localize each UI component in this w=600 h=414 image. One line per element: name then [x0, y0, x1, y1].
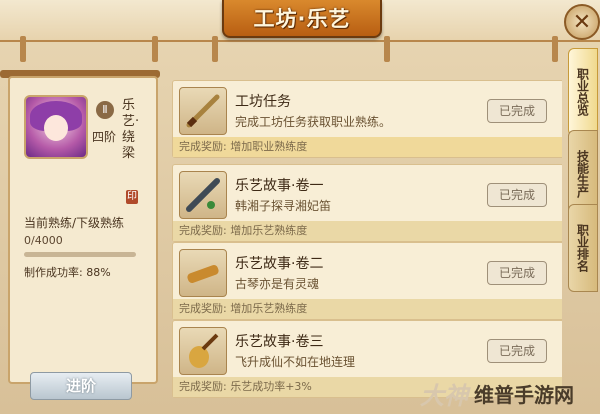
hanger — [552, 36, 558, 62]
task-title: 乐艺故事·卷一 — [235, 178, 324, 194]
proficiency-label: 当前熟练/下级熟练 — [24, 216, 125, 230]
task-row: 乐艺故事·卷二 古琴亦是有灵魂 已完成 完成奖励: 增加乐艺熟练度 — [172, 242, 562, 320]
rank-badge-icon: Ⅱ — [96, 101, 114, 119]
close-button[interactable]: ✕ — [564, 4, 600, 40]
task-title: 乐艺故事·卷二 — [235, 256, 324, 272]
completed-button[interactable]: 已完成 — [487, 339, 547, 363]
tab-overview[interactable]: 职业总览 — [568, 48, 598, 136]
window-title: 工坊·乐艺 — [253, 7, 351, 31]
hanger — [384, 36, 390, 62]
close-icon: ✕ — [572, 9, 592, 35]
success-rate: 制作成功率: 88% — [24, 266, 111, 279]
task-desc: 古琴亦是有灵魂 — [235, 277, 320, 291]
flute-icon — [179, 171, 227, 219]
completed-button[interactable]: 已完成 — [487, 261, 547, 285]
hanger — [20, 36, 26, 62]
task-desc: 飞升成仙不如在地连理 — [235, 355, 356, 369]
class-seal-icon: 印 — [126, 190, 138, 204]
sword-icon — [179, 87, 227, 135]
task-desc: 完成工坊任务获取职业熟练。 — [235, 115, 392, 129]
task-desc: 韩湘子探寻湘妃笛 — [235, 199, 332, 213]
profile-panel: Ⅱ 四阶 乐艺·绕梁 印 当前熟练/下级熟练 0/4000 制作成功率: 88% — [8, 76, 158, 384]
task-title: 工坊任务 — [235, 94, 291, 110]
task-reward: 完成奖励: 增加乐艺熟练度 — [173, 299, 562, 319]
proficiency-value: 0/4000 — [24, 234, 63, 247]
hanger — [212, 36, 218, 62]
avatar — [24, 95, 88, 159]
proficiency-bar — [24, 252, 136, 257]
advance-button[interactable]: 进阶 — [30, 372, 132, 400]
completed-button[interactable]: 已完成 — [487, 99, 547, 123]
watermark: 大神 维普手游网 — [420, 376, 574, 411]
task-row: 乐艺故事·卷一 韩湘子探寻湘妃笛 已完成 完成奖励: 增加乐艺熟练度 — [172, 164, 562, 242]
tab-ranking[interactable]: 职业排名 — [568, 204, 598, 292]
class-name: 乐艺·绕梁 — [122, 98, 140, 161]
completed-button[interactable]: 已完成 — [487, 183, 547, 207]
task-title: 乐艺故事·卷三 — [235, 334, 324, 350]
task-reward: 完成奖励: 增加乐艺熟练度 — [173, 221, 562, 241]
hanger — [152, 36, 158, 62]
task-row: 工坊任务 完成工坊任务获取职业熟练。 已完成 完成奖励: 增加职业熟练度 — [172, 80, 562, 158]
task-reward: 完成奖励: 增加职业熟练度 — [173, 137, 562, 157]
task-list[interactable]: 工坊任务 完成工坊任务获取职业熟练。 已完成 完成奖励: 增加职业熟练度 乐艺故… — [172, 80, 562, 414]
watermark-logo: 大神 — [420, 382, 468, 410]
guqin-icon — [179, 249, 227, 297]
rank-label: 四阶 — [92, 130, 117, 144]
watermark-text: 维普手游网 — [474, 383, 574, 407]
pipa-icon — [179, 327, 227, 375]
window-title-plate: 工坊·乐艺 — [222, 0, 382, 38]
